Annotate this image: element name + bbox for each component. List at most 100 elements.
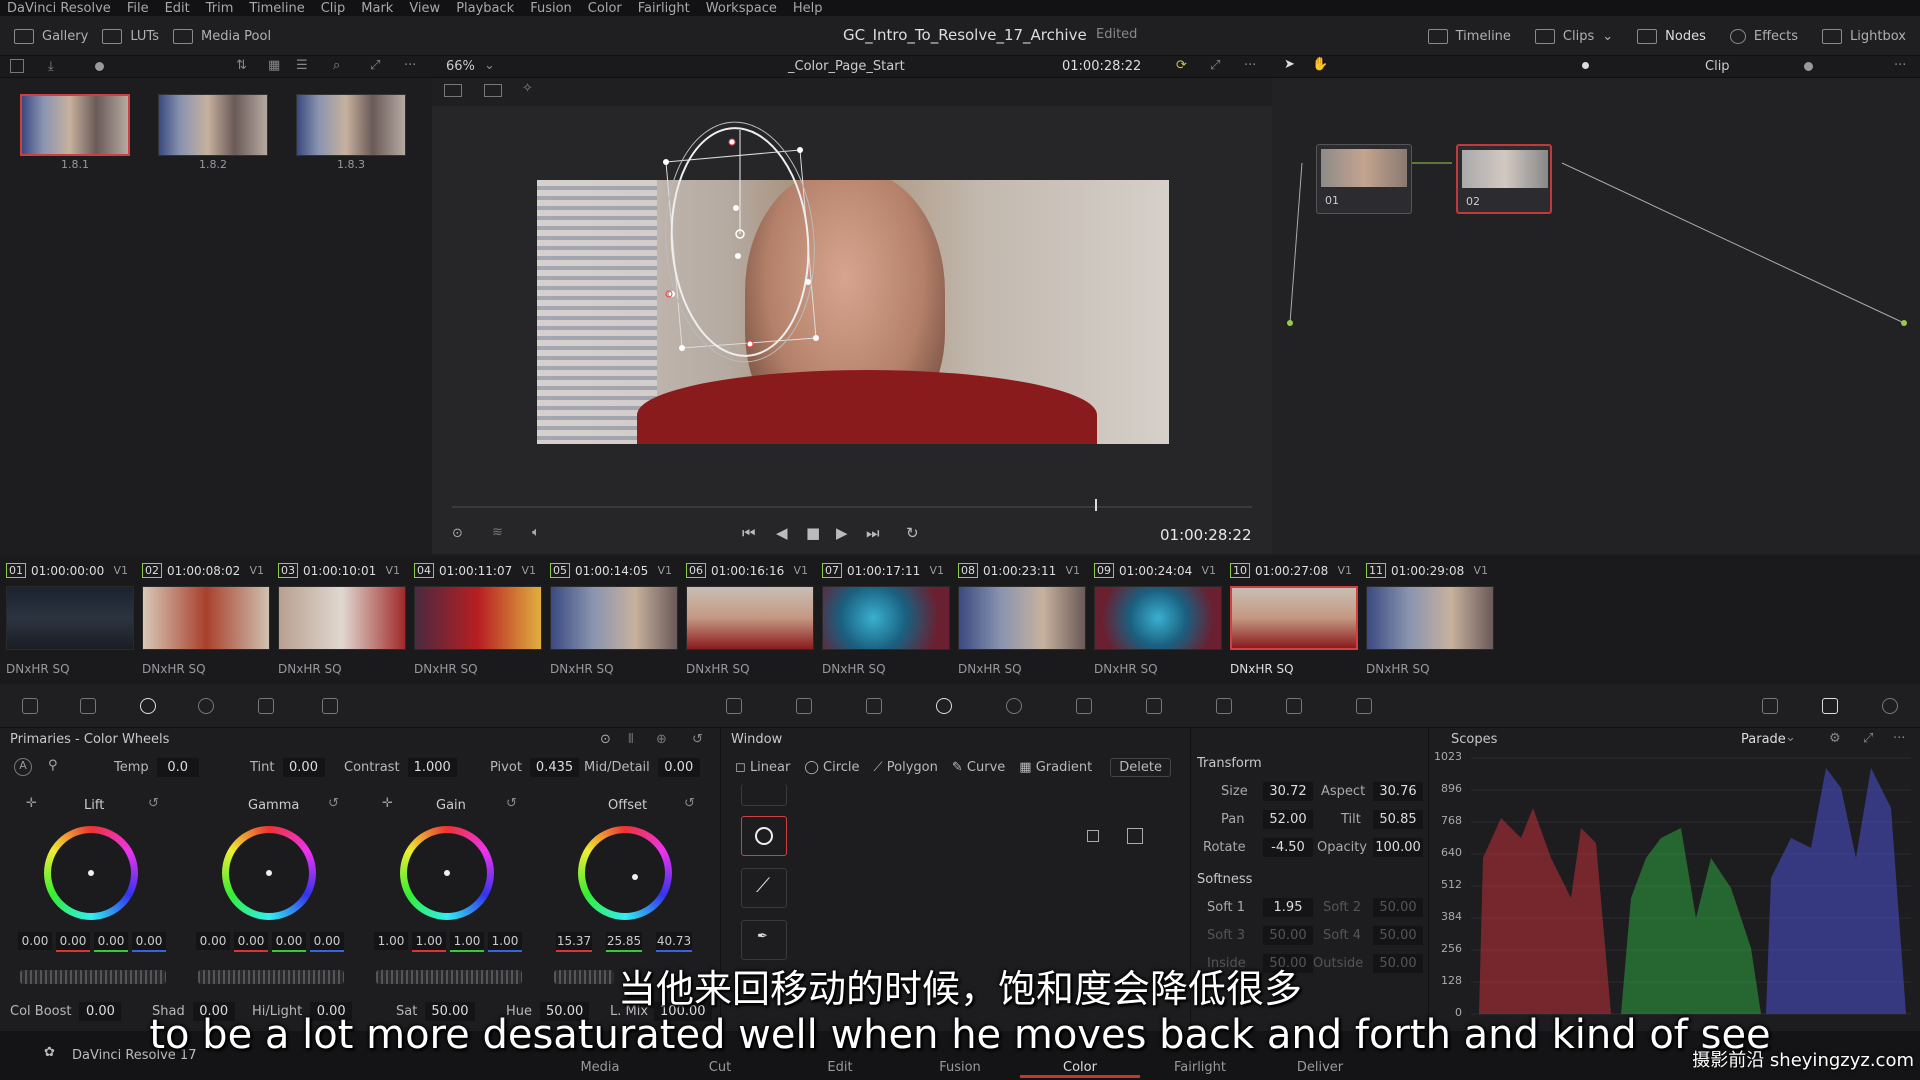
timeline-clip[interactable]: 04 01:00:11:07 V1 DNxHR SQ (408, 556, 544, 684)
lightbox-button[interactable]: Lightbox (1822, 28, 1906, 44)
more-options-icon[interactable]: ··· (404, 58, 416, 73)
timeline-selector[interactable]: _Color_Page_Start (788, 59, 905, 74)
media-pool-button[interactable]: Media Pool (173, 28, 271, 44)
qualifier-icon[interactable] (866, 698, 882, 714)
window-palette-icon[interactable] (936, 698, 952, 714)
loop-icon[interactable]: ↻ (906, 524, 919, 542)
keyframes-icon[interactable] (1762, 698, 1778, 714)
menu-fusion[interactable]: Fusion (530, 1, 572, 16)
circle-tool[interactable]: ◯ Circle (804, 760, 859, 775)
pointer-icon[interactable]: ➤ (1284, 57, 1295, 72)
still-thumbnail[interactable] (158, 94, 268, 156)
reset-icon[interactable]: ↺ (692, 732, 703, 747)
luts-button[interactable]: LUTs (102, 28, 159, 44)
bars-mode-icon[interactable]: ⦀ (628, 732, 634, 747)
menu-edit[interactable]: Edit (165, 1, 190, 16)
fullscreen-icon[interactable]: ⤢ (1210, 58, 1220, 73)
contrast-field[interactable]: 1.000 (407, 758, 457, 777)
nodes-button[interactable]: Nodes (1637, 28, 1706, 44)
menu-clip[interactable]: Clip (321, 1, 346, 16)
node-page-dot[interactable] (1582, 62, 1589, 69)
window-list-curve[interactable]: ✒ (741, 920, 787, 960)
thumb-size-slider[interactable] (95, 62, 104, 71)
timeline-clip[interactable]: 06 01:00:16:16 V1 DNxHR SQ (680, 556, 816, 684)
menu-file[interactable]: File (127, 1, 149, 16)
color-wheels-icon[interactable] (140, 698, 156, 714)
timeline-clip[interactable]: 05 01:00:14:05 V1 DNxHR SQ (544, 556, 680, 684)
lift-b[interactable]: 0.00 (132, 932, 166, 952)
search-icon[interactable]: ⌕ (333, 58, 340, 73)
page-color[interactable]: Color (1020, 1060, 1140, 1078)
timeline-clip[interactable]: 07 01:00:17:11 V1 DNxHR SQ (816, 556, 952, 684)
offset-b[interactable]: 40.73 (656, 932, 692, 952)
play-icon[interactable]: ▶ (836, 524, 848, 542)
scopes-icon[interactable] (1822, 698, 1838, 714)
volume-icon[interactable]: 🔈︎ (532, 525, 540, 540)
menu-playback[interactable]: Playback (456, 1, 514, 16)
3d-icon[interactable] (1356, 698, 1372, 714)
play-reverse-icon[interactable]: ◀ (776, 524, 788, 542)
rgb-mixer-icon[interactable] (258, 698, 274, 714)
hdr-wheels-icon[interactable] (198, 698, 214, 714)
node-zoom-slider[interactable] (1804, 62, 1813, 71)
jump-start-icon[interactable]: ⏮︎ (742, 524, 756, 542)
polygon-tool[interactable]: ⟋ Polygon (874, 760, 938, 775)
effects-button[interactable]: Effects (1729, 28, 1798, 44)
list-view-icon[interactable]: ☰ (296, 58, 308, 73)
gallery-button[interactable]: Gallery (14, 28, 88, 44)
menu-view[interactable]: View (409, 1, 440, 16)
lift-y[interactable]: 0.00 (18, 932, 52, 950)
gain-b[interactable]: 1.00 (488, 932, 522, 952)
node-options-icon[interactable]: ··· (1894, 58, 1906, 73)
page-edit[interactable]: Edit (780, 1060, 900, 1075)
rotate-field[interactable]: -4.50 (1263, 838, 1313, 857)
zoom-level[interactable]: 66% (446, 59, 475, 74)
gamma-wheel[interactable] (222, 826, 316, 920)
gain-y[interactable]: 1.00 (374, 932, 408, 950)
expand-icon[interactable]: ⤢ (370, 58, 380, 73)
scope-mode-selector[interactable]: Parade (1741, 732, 1786, 747)
menu-fairlight[interactable]: Fairlight (638, 1, 690, 16)
pivot-field[interactable]: 0.435 (529, 758, 580, 777)
still-thumbnail[interactable] (20, 94, 130, 156)
picker-icon[interactable]: ⚲ (48, 758, 58, 773)
blur-icon[interactable] (1146, 698, 1162, 714)
color-warper-icon[interactable] (796, 698, 812, 714)
offset-wheel[interactable] (578, 826, 672, 920)
timeline-clip[interactable]: 10 01:00:27:08 V1 DNxHR SQ (1224, 556, 1360, 684)
delete-button[interactable]: Delete (1110, 758, 1171, 777)
window-list-circle[interactable] (741, 816, 787, 856)
log-mode-icon[interactable]: ⊕ (656, 732, 667, 747)
aspect-field[interactable]: 30.76 (1373, 782, 1423, 801)
clips-button[interactable]: Clips ⌄ (1534, 28, 1613, 44)
info-icon[interactable] (1882, 698, 1898, 714)
camera-raw-icon[interactable] (22, 698, 38, 714)
menu-app[interactable]: DaVinci Resolve (7, 1, 111, 16)
layers-icon[interactable]: ≋ (492, 525, 503, 540)
gain-r[interactable]: 1.00 (412, 932, 446, 952)
jump-end-icon[interactable]: ⏭︎ (866, 524, 880, 542)
gradient-tool[interactable]: ▦ Gradient (1019, 760, 1092, 775)
loop-mode-icon[interactable]: ⊙ (452, 526, 463, 541)
window-list-linear[interactable] (741, 784, 787, 806)
scope-more-icon[interactable]: ··· (1893, 731, 1905, 746)
still-thumbnail[interactable] (296, 94, 406, 156)
motion-effects-icon[interactable] (322, 698, 338, 714)
timeline-clip[interactable]: 01 01:00:00:00 V1 DNxHR SQ (0, 556, 136, 684)
node-01[interactable]: 01 (1316, 144, 1412, 214)
crosshair-icon[interactable]: ✛ (26, 796, 37, 811)
middetail-field[interactable]: 0.00 (657, 758, 700, 777)
page-deliver[interactable]: Deliver (1260, 1060, 1380, 1075)
scope-expand-icon[interactable]: ⤢ (1863, 731, 1873, 746)
timeline-clip[interactable]: 11 01:00:29:08 V1 DNxHR SQ (1360, 556, 1496, 684)
tracker-icon[interactable] (1006, 698, 1022, 714)
gain-wheel[interactable] (400, 826, 494, 920)
window-mask-toggle[interactable] (1127, 828, 1143, 844)
panel-toggle-icon[interactable] (10, 59, 24, 73)
offset-r[interactable]: 15.37 (556, 932, 592, 952)
scrubber-track[interactable] (452, 506, 1252, 508)
sync-icon[interactable]: ⟳ (1176, 58, 1187, 73)
tint-field[interactable]: 0.00 (282, 758, 325, 777)
node-02[interactable]: 02 (1456, 144, 1552, 214)
window-invert-toggle[interactable] (1087, 830, 1099, 842)
